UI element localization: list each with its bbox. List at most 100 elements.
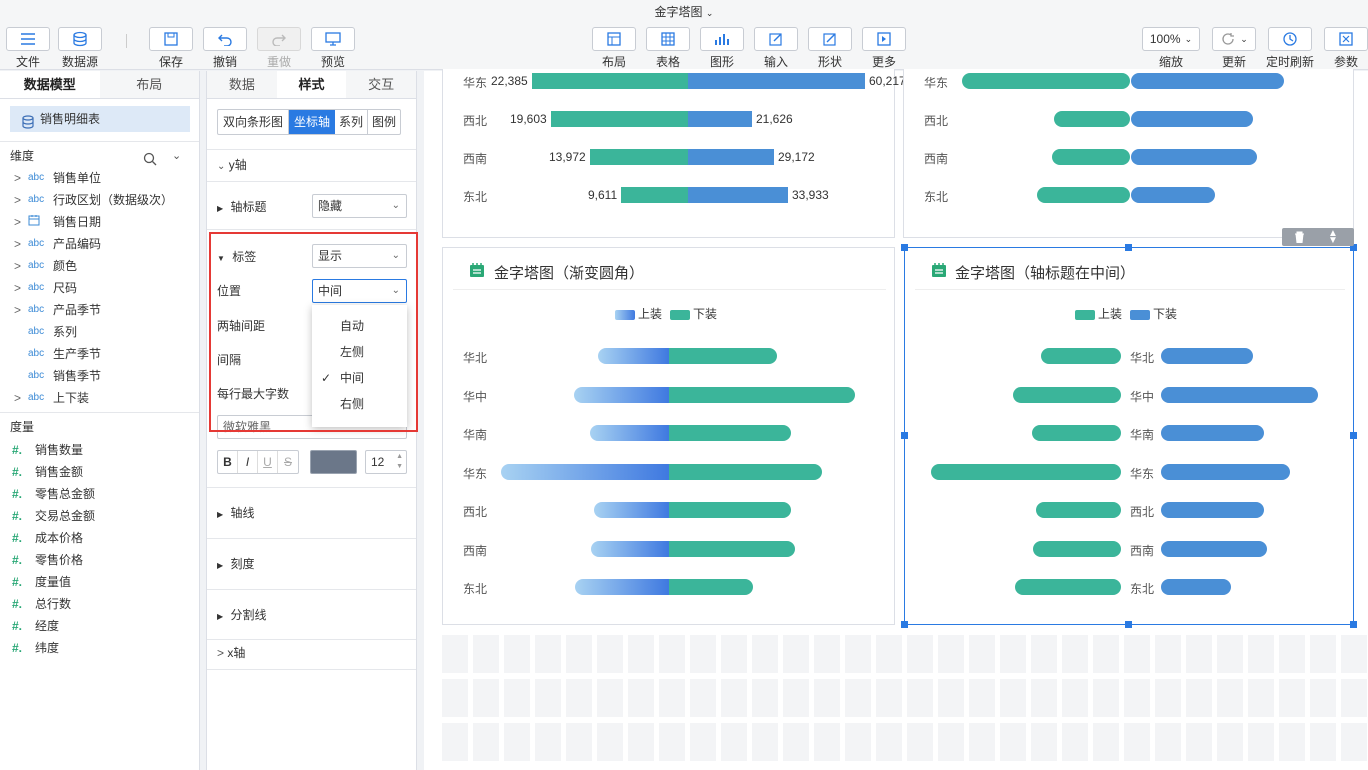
- chart-bar[interactable]: [621, 187, 688, 203]
- chart-bar[interactable]: [594, 502, 669, 518]
- y-axis-section[interactable]: ⌄ y轴: [217, 155, 247, 175]
- chart-bar[interactable]: [669, 425, 791, 441]
- move-icon[interactable]: ▲ ▼: [1328, 229, 1338, 246]
- resize-handle[interactable]: [1125, 244, 1132, 251]
- dimension-item[interactable]: > abc 尺码: [0, 277, 199, 299]
- chart-bar[interactable]: [1131, 111, 1253, 127]
- tab-layout[interactable]: 布局: [100, 71, 200, 98]
- legend-label[interactable]: 上装: [638, 307, 662, 321]
- subtab-legend[interactable]: 图例: [368, 110, 400, 134]
- measure-item[interactable]: #. 零售总金额: [0, 483, 199, 505]
- chart-bar[interactable]: [1041, 348, 1121, 364]
- measure-item[interactable]: #. 销售数量: [0, 439, 199, 461]
- dimension-item[interactable]: abc 生产季节: [0, 343, 199, 365]
- font-color-picker[interactable]: [310, 450, 357, 474]
- chart-bar[interactable]: [669, 540, 795, 557]
- measure-item[interactable]: #. 经度: [0, 615, 199, 637]
- redo-button[interactable]: 重做: [257, 27, 301, 70]
- timed-refresh-button[interactable]: 定时刷新: [1266, 27, 1314, 70]
- dimension-item[interactable]: > abc 颜色: [0, 255, 199, 277]
- chart-bar[interactable]: [1032, 425, 1121, 441]
- chart-bar[interactable]: [1015, 579, 1121, 595]
- chart-bar[interactable]: [1161, 425, 1264, 441]
- chart-bar[interactable]: [590, 149, 688, 165]
- chart-bar[interactable]: [669, 386, 855, 403]
- measure-item[interactable]: #. 度量值: [0, 571, 199, 593]
- resize-handle[interactable]: [901, 432, 908, 439]
- layout-button[interactable]: 布局: [592, 27, 636, 70]
- dimension-item[interactable]: > abc 产品编码: [0, 233, 199, 255]
- chevron-right-icon[interactable]: >: [14, 233, 21, 255]
- font-size-stepper[interactable]: 12 ▲ ▼: [365, 450, 407, 474]
- subtab-series[interactable]: 系列: [335, 110, 369, 134]
- chart-bar[interactable]: [1131, 73, 1284, 89]
- legend-label[interactable]: 上装: [1098, 307, 1122, 321]
- chart-bar[interactable]: [688, 187, 788, 203]
- measure-item[interactable]: #. 纬度: [0, 637, 199, 659]
- measure-item[interactable]: #. 销售金额: [0, 461, 199, 483]
- dimension-item[interactable]: abc 销售季节: [0, 365, 199, 387]
- chart-card-top-left[interactable]: 华东 22,385 60,217 西北 19,603 21,626 西南 13,972 29,1…: [442, 69, 906, 238]
- zoom-control[interactable]: 100% ⌄ 缩放: [1142, 27, 1200, 70]
- resize-handle[interactable]: [1125, 621, 1132, 628]
- chevron-right-icon[interactable]: >: [14, 167, 21, 189]
- chart-card-top-right[interactable]: 华东 西北 西南 东北: [903, 69, 1354, 238]
- params-button[interactable]: 参数: [1324, 27, 1368, 70]
- chart-bar[interactable]: [669, 348, 777, 364]
- chart-bar[interactable]: [501, 463, 669, 480]
- dimension-item[interactable]: > abc 销售单位: [0, 167, 199, 189]
- ticks-row[interactable]: ▶ 刻度: [217, 554, 255, 576]
- underline-button[interactable]: U: [258, 451, 278, 473]
- chart-bar[interactable]: [688, 111, 752, 127]
- label-row[interactable]: ▼ 标签: [217, 247, 256, 269]
- undo-button[interactable]: 撤销: [203, 27, 247, 70]
- chart-bar[interactable]: [598, 348, 669, 364]
- chart-bar[interactable]: [532, 73, 688, 89]
- tab-interaction[interactable]: 交互: [346, 71, 416, 98]
- chart-button[interactable]: 图形: [700, 27, 744, 70]
- chart-bar[interactable]: [1161, 540, 1267, 557]
- datasource-button[interactable]: 数据源: [58, 27, 102, 70]
- chart-bar[interactable]: [1161, 502, 1264, 518]
- dimension-item[interactable]: > abc 行政区划（数据级次）: [0, 189, 199, 211]
- resize-handle[interactable]: [1350, 621, 1357, 628]
- measure-item[interactable]: #. 交易总金额: [0, 505, 199, 527]
- dropdown-option[interactable]: 自动: [312, 313, 407, 339]
- report-canvas[interactable]: 华东 22,385 60,217 西北 19,603 21,626 西南 13,972 29,1…: [424, 69, 1368, 770]
- axis-title-select[interactable]: 隐藏 ⌄: [312, 194, 407, 218]
- chevron-right-icon[interactable]: >: [14, 387, 21, 409]
- chart-bar[interactable]: [1161, 348, 1253, 364]
- chart-bar[interactable]: [688, 149, 774, 165]
- refresh-button[interactable]: ⌄ 更新: [1212, 27, 1256, 70]
- chevron-right-icon[interactable]: >: [14, 189, 21, 211]
- axis-line-row[interactable]: ▶ 轴线: [217, 503, 255, 525]
- dropdown-option[interactable]: 右侧: [312, 391, 407, 417]
- chevron-right-icon[interactable]: >: [14, 255, 21, 277]
- input-button[interactable]: 输入: [754, 27, 798, 70]
- chart-bar[interactable]: [590, 425, 669, 441]
- resize-handle[interactable]: [901, 244, 908, 251]
- chart-bar[interactable]: [1054, 111, 1130, 127]
- legend-label[interactable]: 下装: [1153, 307, 1177, 321]
- label-select[interactable]: 显示 ⌄: [312, 244, 407, 268]
- tab-style[interactable]: 样式: [276, 71, 347, 98]
- italic-button[interactable]: I: [238, 451, 258, 473]
- chart-card-gradient[interactable]: 金字塔图（渐变圆角） 上装 下装 华北 华中 华南 华东 西北 西南 东北: [442, 247, 895, 625]
- chart-bar[interactable]: [1033, 540, 1121, 557]
- measure-item[interactable]: #. 成本价格: [0, 527, 199, 549]
- chart-bar[interactable]: [591, 540, 669, 557]
- chart-bar[interactable]: [551, 111, 688, 127]
- window-title[interactable]: 金字塔图: [655, 5, 703, 19]
- dimension-item[interactable]: > abc 产品季节: [0, 299, 199, 321]
- chart-bar[interactable]: [931, 463, 1121, 480]
- dimension-item[interactable]: > 销售日期: [0, 211, 199, 233]
- chart-bar[interactable]: [1037, 187, 1130, 203]
- x-axis-section[interactable]: > x轴: [217, 643, 245, 663]
- chart-bar[interactable]: [1036, 502, 1121, 518]
- tab-data-model[interactable]: 数据模型: [0, 71, 100, 98]
- dimension-item[interactable]: abc 系列: [0, 321, 199, 343]
- dropdown-option[interactable]: 左侧: [312, 339, 407, 365]
- chart-bar[interactable]: [1131, 149, 1257, 165]
- dataset-item[interactable]: 销售明细表: [10, 106, 190, 132]
- chart-bar[interactable]: [1013, 386, 1121, 403]
